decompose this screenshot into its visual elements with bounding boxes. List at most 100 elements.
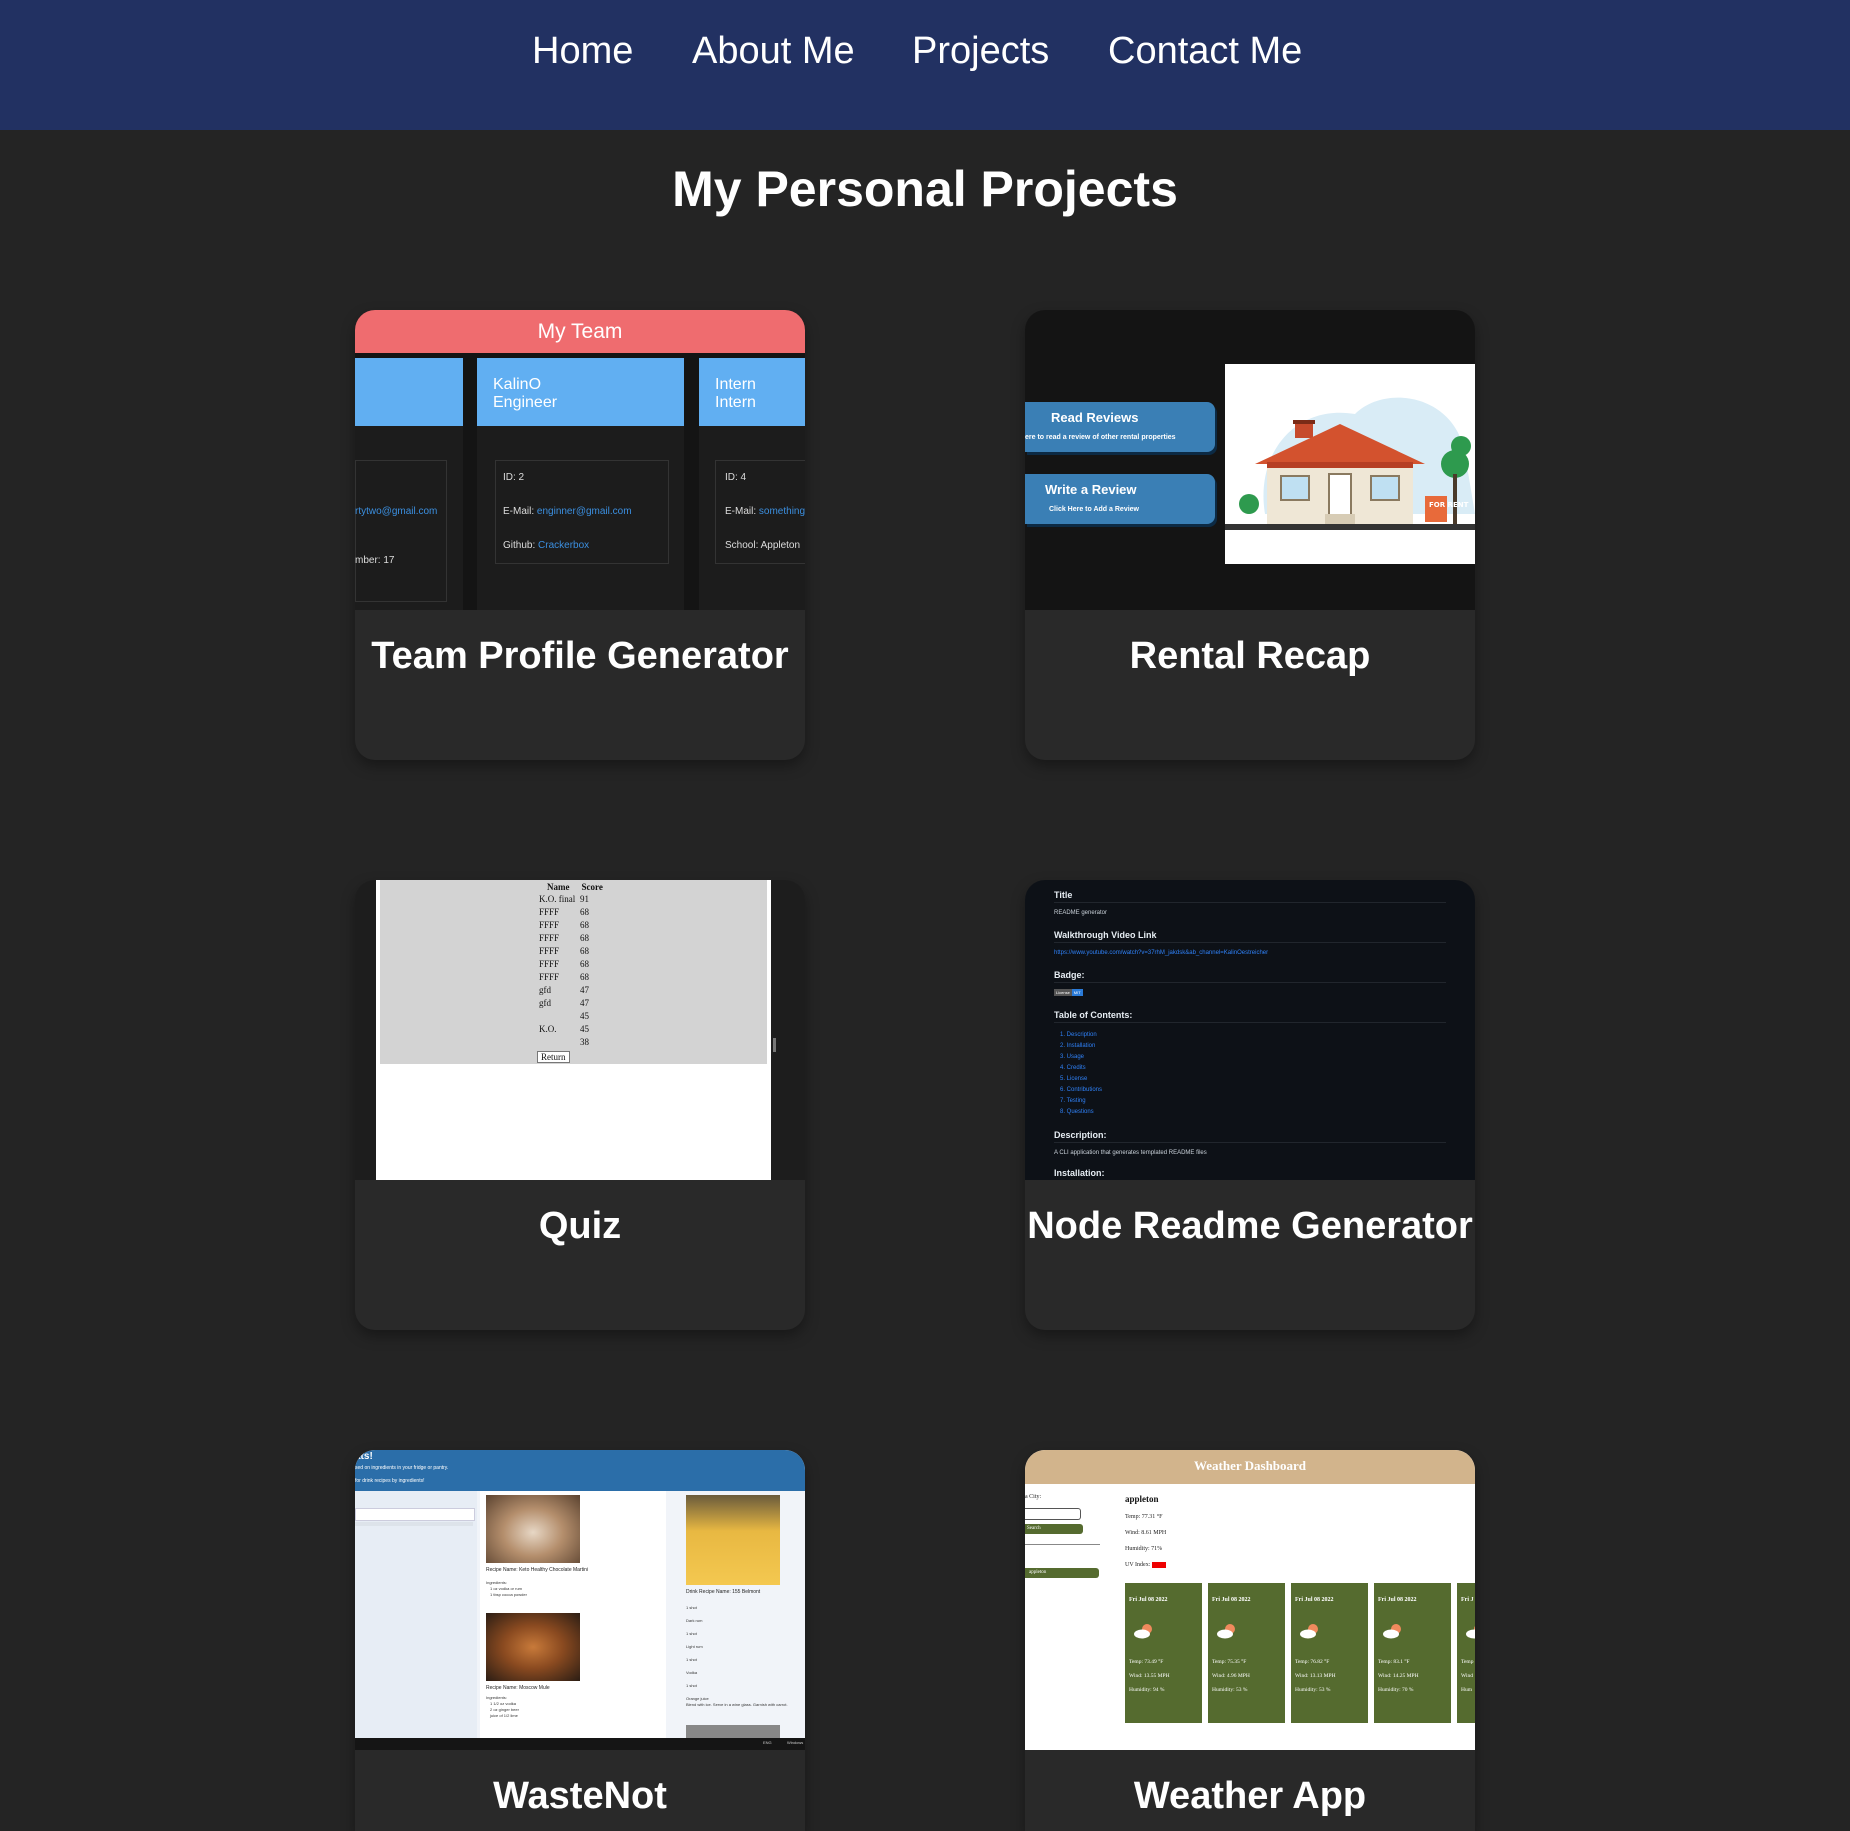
screenshot-text: Orange juice [686, 1696, 709, 1701]
forecast-card: Fri J Temp Wind Hum [1457, 1583, 1475, 1723]
screenshot-text: E-Mail: something [725, 506, 805, 517]
screenshot-text: Wind: 8.61 MPH [1125, 1530, 1167, 1536]
forecast-card: Fri Jul 08 2022 Temp: 73.49 °F Wind: 13.55… [1125, 1583, 1202, 1723]
screenshot-text: Badge: [1054, 970, 1085, 980]
screenshot-text: Walkthrough Video Link [1054, 930, 1157, 940]
project-title[interactable]: WasteNot [355, 1750, 805, 1831]
screenshot-text: Ingredients: [486, 1580, 507, 1585]
screenshot-text: 1 shot [686, 1631, 697, 1636]
screenshot-text: Engineer [493, 394, 558, 411]
quiz-row-score: 68 [580, 946, 589, 956]
screenshot-text: Github: Crackerbox [503, 540, 590, 551]
project-title[interactable]: Weather App [1025, 1750, 1475, 1831]
screenshot-text: ENG [763, 1740, 772, 1745]
forecast-card: Fri Jul 08 2022 Temp: 76.82 °F Wind: 13.13… [1291, 1583, 1368, 1723]
nav-projects-link[interactable]: Projects [912, 30, 1049, 73]
project-card-quiz[interactable]: Name Score K.O. final 91 FFFF 68 FFFF 68 FFFF 68… [355, 880, 805, 1330]
screenshot-link[interactable]: https://www.youtube.com/watch?v=37rhM_ja… [1054, 950, 1268, 956]
forecast-date: Fri J [1461, 1597, 1474, 1603]
toc-link[interactable]: 7. Testing [1060, 1098, 1086, 1104]
quiz-row-name: gfd [539, 998, 551, 1008]
forecast-temp: Temp: 75.35 °F [1212, 1659, 1247, 1665]
forecast-temp: Temp: 73.49 °F [1129, 1659, 1164, 1665]
screenshot-text: Vodka [686, 1670, 698, 1675]
search-button[interactable]: Search [1025, 1524, 1083, 1534]
nav-home-link[interactable]: Home [532, 30, 633, 73]
screenshot-text: Read Reviews [1051, 410, 1139, 425]
screenshot-text: Dark rum [686, 1618, 703, 1623]
forecast-date: Fri Jul 08 2022 [1212, 1597, 1251, 1603]
history-button[interactable]: appleton [1025, 1568, 1099, 1578]
project-card-wastenot[interactable]: ats! sed on ingredients in your fridge o… [355, 1450, 805, 1831]
screenshot-text: 1 oz vodka or rum [490, 1586, 523, 1591]
screenshot-text: Description: [1054, 1130, 1107, 1140]
project-screenshot[interactable]: Read Reviews ere to read a review of oth… [1025, 310, 1475, 610]
city-input[interactable] [1025, 1508, 1081, 1520]
forecast-card: Fri Jul 08 2022 Temp: 75.35 °F Wind: 4.96 … [1208, 1583, 1285, 1723]
project-screenshot[interactable]: Weather Dashboard a City: Search appleto… [1025, 1450, 1475, 1750]
screenshot-text: Click Here to Add a Review [1049, 506, 1139, 513]
toc-link[interactable]: 1. Description [1060, 1032, 1097, 1038]
cloud-sun-icon [1382, 1623, 1404, 1644]
screenshot-text: 1 tbsp cocoa powder [490, 1592, 527, 1597]
house-illustration: FOR RENT [1225, 364, 1475, 564]
screenshot-text: 1 shot [686, 1683, 697, 1688]
screenshot-text: A CLI application that generates templat… [1054, 1150, 1207, 1156]
return-button[interactable]: Return [537, 1051, 570, 1063]
project-card-readme-generator[interactable]: Title README generator Walkthrough Video… [1025, 880, 1475, 1330]
project-title[interactable]: Rental Recap [1025, 610, 1475, 702]
forecast-card: Fri Jul 08 2022 Temp: 83.1 °F Wind: 14.25 … [1374, 1583, 1451, 1723]
quiz-header: Name Score [547, 882, 603, 892]
screenshot-text: Installation: [1054, 1168, 1105, 1178]
project-card-team-profile[interactable]: My Team rtytwo@gmail.com mber: 17 KalinO… [355, 310, 805, 760]
forecast-hum: Humidity: 53 % [1212, 1687, 1248, 1693]
toc-link[interactable]: 4. Credits [1060, 1065, 1086, 1071]
forecast-date: Fri Jul 08 2022 [1295, 1597, 1334, 1603]
cloud-sun-icon [1465, 1623, 1475, 1644]
toc-link[interactable]: 5. License [1060, 1076, 1087, 1082]
toc-link[interactable]: 6. Contributions [1060, 1087, 1102, 1093]
quiz-row-score: 47 [580, 998, 589, 1008]
project-title[interactable]: Team Profile Generator [355, 610, 805, 702]
screenshot-text: Ingredients: [486, 1695, 507, 1700]
screenshot-text: Light rum [686, 1644, 703, 1649]
forecast-date: Fri Jul 08 2022 [1378, 1597, 1417, 1603]
project-screenshot[interactable]: My Team rtytwo@gmail.com mber: 17 KalinO… [355, 310, 805, 610]
quiz-row-score: 45 [580, 1011, 589, 1021]
project-title[interactable]: Node Readme Generator [1025, 1180, 1475, 1272]
project-screenshot[interactable]: Name Score K.O. final 91 FFFF 68 FFFF 68 FFFF 68… [355, 880, 805, 1180]
quiz-row-name: FFFF [539, 959, 560, 969]
screenshot-text: 1 1/2 oz vodka [490, 1701, 517, 1706]
quiz-row-name: FFFF [539, 907, 560, 917]
screenshot-text: mber: 17 [355, 555, 395, 566]
screenshot-text: 1 shot [686, 1605, 697, 1610]
recipe-image [486, 1613, 580, 1681]
project-screenshot[interactable]: Title README generator Walkthrough Video… [1025, 880, 1475, 1180]
cloud-sun-icon [1299, 1623, 1321, 1644]
screenshot-text: ID: 4 [725, 472, 747, 483]
quiz-row-name: K.O. [539, 1024, 557, 1034]
quiz-row-score: 38 [580, 1037, 589, 1047]
screenshot-text: README generator [1054, 910, 1108, 916]
nav-about-link[interactable]: About Me [692, 30, 855, 73]
toc-link[interactable]: 3. Usage [1060, 1054, 1084, 1060]
recipe-image [486, 1495, 580, 1563]
project-title[interactable]: Quiz [355, 1180, 805, 1272]
project-card-weather-app[interactable]: Weather Dashboard a City: Search appleto… [1025, 1450, 1475, 1831]
nav-contact-link[interactable]: Contact Me [1108, 30, 1302, 73]
quiz-row-score: 68 [580, 972, 589, 982]
screenshot-text: Weather Dashboard [1193, 1458, 1307, 1473]
project-card-rental-recap[interactable]: Read Reviews ere to read a review of oth… [1025, 310, 1475, 760]
toc-link[interactable]: 8. Questions [1060, 1109, 1094, 1115]
project-screenshot[interactable]: ats! sed on ingredients in your fridge o… [355, 1450, 805, 1750]
screenshot-text: a City: [1025, 1494, 1042, 1500]
screenshot-text: Recipe Name: Keto Healthy Chocolate Mart… [486, 1567, 588, 1573]
screenshot-text: Title [1054, 890, 1073, 900]
screenshot-text: Table of Contents: [1054, 1010, 1133, 1020]
quiz-row-name: FFFF [539, 933, 560, 943]
screenshot-text: rtytwo@gmail.com [355, 506, 438, 517]
quiz-row-score: 91 [580, 894, 589, 904]
forecast-hum: Humidity: 94 % [1129, 1687, 1165, 1693]
uv-index: UV Index: 7.53 [1125, 1562, 1167, 1568]
toc-link[interactable]: 2. Installation [1060, 1043, 1095, 1049]
